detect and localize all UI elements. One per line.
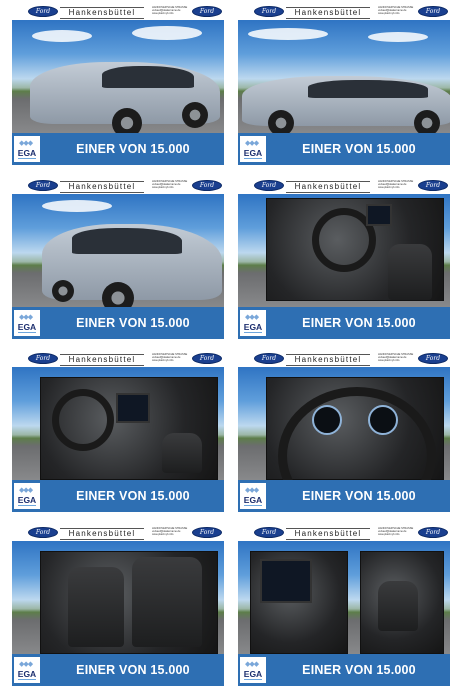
ford-logo: Ford bbox=[192, 180, 222, 191]
dealer-address: HANNOVER'SCHE STRASSE verkauf@dealername.… bbox=[378, 353, 414, 363]
ford-logo: Ford bbox=[254, 527, 284, 538]
gallery-tile-7[interactable]: Ford Hankensbüttel HANNOVER'SCHE STRASSE… bbox=[12, 525, 224, 686]
ford-logo: Ford bbox=[28, 527, 58, 538]
promo-slogan: EINER VON 15.000 bbox=[302, 663, 416, 677]
dealer-address: HANNOVER'SCHE STRASSE verkauf@dealername.… bbox=[378, 527, 414, 537]
promo-banner: ◆◆◆ EGA EINER VON 15.000 bbox=[238, 133, 450, 165]
dealer-header: Ford Hankensbüttel HANNOVER'SCHE STRASSE… bbox=[12, 4, 224, 20]
ford-logo: Ford bbox=[28, 6, 58, 17]
ford-logo: Ford bbox=[28, 180, 58, 191]
dealer-name: Hankensbüttel bbox=[60, 181, 144, 193]
promo-slogan: EINER VON 15.000 bbox=[302, 489, 416, 503]
dealer-header: Ford Hankensbüttel HANNOVER'SCHE STRASSE… bbox=[12, 351, 224, 367]
promo-banner: ◆◆◆ EGA EINER VON 15.000 bbox=[238, 480, 450, 512]
ford-logo: Ford bbox=[254, 180, 284, 191]
promo-slogan: EINER VON 15.000 bbox=[76, 316, 190, 330]
ega-logo: ◆◆◆ EGA bbox=[240, 657, 266, 683]
car-photo-front bbox=[12, 20, 224, 138]
dealer-header: Ford Hankensbüttel HANNOVER'SCHE STRASSE… bbox=[238, 4, 450, 20]
promo-slogan: EINER VON 15.000 bbox=[302, 142, 416, 156]
ega-logo: ◆◆◆ EGA bbox=[240, 483, 266, 509]
dealer-address: HANNOVER'SCHE STRASSE verkauf@dealername.… bbox=[152, 6, 188, 16]
interior-photo-driver bbox=[238, 194, 450, 307]
dealer-name: Hankensbüttel bbox=[286, 181, 370, 193]
promo-slogan: EINER VON 15.000 bbox=[76, 663, 190, 677]
gallery-tile-6[interactable]: Ford Hankensbüttel HANNOVER'SCHE STRASSE… bbox=[238, 351, 450, 512]
dealer-header: Ford Hankensbüttel HANNOVER'SCHE STRASSE… bbox=[12, 178, 224, 194]
dealer-header: Ford Hankensbüttel HANNOVER'SCHE STRASSE… bbox=[238, 351, 450, 367]
ega-logo: ◆◆◆ EGA bbox=[240, 310, 266, 336]
ega-logo: ◆◆◆ EGA bbox=[14, 483, 40, 509]
ega-logo: ◆◆◆ EGA bbox=[14, 136, 40, 162]
ford-logo: Ford bbox=[192, 527, 222, 538]
dealer-name: Hankensbüttel bbox=[286, 7, 370, 19]
promo-banner: ◆◆◆ EGA EINER VON 15.000 bbox=[12, 480, 224, 512]
dealer-address: HANNOVER'SCHE STRASSE verkauf@dealername.… bbox=[152, 527, 188, 537]
dealer-address: HANNOVER'SCHE STRASSE verkauf@dealername.… bbox=[152, 180, 188, 190]
ega-arrows-icon: ◆◆◆ bbox=[19, 487, 33, 494]
promo-banner: ◆◆◆ EGA EINER VON 15.000 bbox=[12, 307, 224, 339]
gallery-tile-5[interactable]: Ford Hankensbüttel HANNOVER'SCHE STRASSE… bbox=[12, 351, 224, 512]
promo-slogan: EINER VON 15.000 bbox=[76, 489, 190, 503]
sport-seats-photo bbox=[12, 541, 224, 654]
car-photo-rear bbox=[12, 194, 224, 314]
dealer-header: Ford Hankensbüttel HANNOVER'SCHE STRASSE… bbox=[238, 178, 450, 194]
dealer-name: Hankensbüttel bbox=[60, 528, 144, 540]
gallery-tile-1[interactable]: Ford Hankensbüttel HANNOVER'SCHE STRASSE… bbox=[12, 4, 224, 165]
gallery-tile-8[interactable]: Ford Hankensbüttel HANNOVER'SCHE STRASSE… bbox=[238, 525, 450, 686]
ford-logo: Ford bbox=[254, 353, 284, 364]
gallery-tile-2[interactable]: Ford Hankensbüttel HANNOVER'SCHE STRASSE… bbox=[238, 4, 450, 165]
ega-arrows-icon: ◆◆◆ bbox=[245, 140, 259, 147]
ega-arrows-icon: ◆◆◆ bbox=[245, 487, 259, 494]
dealer-header: Ford Hankensbüttel HANNOVER'SCHE STRASSE… bbox=[238, 525, 450, 541]
instrument-cluster-photo bbox=[238, 367, 450, 512]
center-console-photo bbox=[238, 541, 450, 654]
ford-logo: Ford bbox=[192, 6, 222, 17]
promo-slogan: EINER VON 15.000 bbox=[302, 316, 416, 330]
dealer-header: Ford Hankensbüttel HANNOVER'SCHE STRASSE… bbox=[12, 525, 224, 541]
ega-arrows-icon: ◆◆◆ bbox=[19, 140, 33, 147]
ford-logo: Ford bbox=[418, 353, 448, 364]
ega-logo: ◆◆◆ EGA bbox=[14, 657, 40, 683]
promo-banner: ◆◆◆ EGA EINER VON 15.000 bbox=[12, 654, 224, 686]
dealer-name: Hankensbüttel bbox=[60, 354, 144, 366]
ford-logo: Ford bbox=[418, 180, 448, 191]
ega-arrows-icon: ◆◆◆ bbox=[245, 661, 259, 668]
ega-arrows-icon: ◆◆◆ bbox=[19, 661, 33, 668]
gallery-tile-4[interactable]: Ford Hankensbüttel HANNOVER'SCHE STRASSE… bbox=[238, 178, 450, 339]
interior-photo-dashboard bbox=[12, 367, 224, 480]
ega-arrows-icon: ◆◆◆ bbox=[245, 314, 259, 321]
promo-slogan: EINER VON 15.000 bbox=[76, 142, 190, 156]
promo-banner: ◆◆◆ EGA EINER VON 15.000 bbox=[238, 654, 450, 686]
dealer-address: HANNOVER'SCHE STRASSE verkauf@dealername.… bbox=[378, 180, 414, 190]
dealer-name: Hankensbüttel bbox=[286, 354, 370, 366]
ford-logo: Ford bbox=[28, 353, 58, 364]
gallery-tile-3[interactable]: Ford Hankensbüttel HANNOVER'SCHE STRASSE… bbox=[12, 178, 224, 339]
dealer-name: Hankensbüttel bbox=[60, 7, 144, 19]
car-photo-side bbox=[238, 20, 450, 136]
ega-logo: ◆◆◆ EGA bbox=[240, 136, 266, 162]
promo-banner: ◆◆◆ EGA EINER VON 15.000 bbox=[238, 307, 450, 339]
dealer-address: HANNOVER'SCHE STRASSE verkauf@dealername.… bbox=[152, 353, 188, 363]
dealer-address: HANNOVER'SCHE STRASSE verkauf@dealername.… bbox=[378, 6, 414, 16]
ford-logo: Ford bbox=[418, 6, 448, 17]
ega-logo: ◆◆◆ EGA bbox=[14, 310, 40, 336]
ford-logo: Ford bbox=[418, 527, 448, 538]
dealer-name: Hankensbüttel bbox=[286, 528, 370, 540]
ega-arrows-icon: ◆◆◆ bbox=[19, 314, 33, 321]
promo-banner: ◆◆◆ EGA EINER VON 15.000 bbox=[12, 133, 224, 165]
ford-logo: Ford bbox=[254, 6, 284, 17]
ford-logo: Ford bbox=[192, 353, 222, 364]
